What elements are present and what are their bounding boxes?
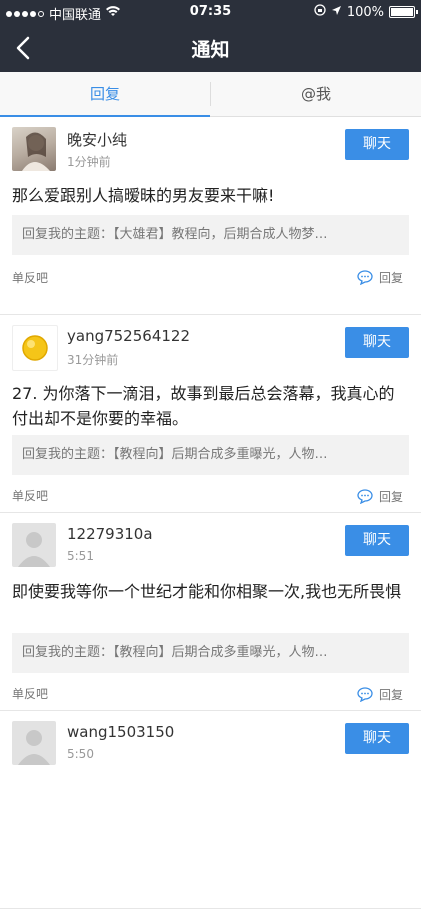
- quoted-thread[interactable]: 回复我的主题：【大雄君】教程向，后期合成人物梦…: [12, 215, 409, 255]
- notification-list: 晚安小纯 1分钟前 聊天 那么爱跟别人搞暧昧的男友要来干嘛! 回复我的主题：【大…: [0, 117, 421, 909]
- reply-label: 回复: [378, 688, 403, 702]
- username[interactable]: yang752564122: [67, 327, 190, 345]
- reply-button[interactable]: 回复: [357, 269, 403, 286]
- reply-content[interactable]: 那么爱跟别人搞暧昧的男友要来干嘛!: [12, 183, 409, 208]
- avatar[interactable]: [12, 127, 56, 171]
- forum-name[interactable]: 单反吧: [12, 269, 48, 286]
- notification-item: wang1503150 5:50 聊天: [0, 711, 421, 909]
- tab-replies[interactable]: 回复: [0, 72, 210, 117]
- reply-button[interactable]: 回复: [357, 488, 403, 505]
- timestamp: 5:50: [67, 747, 94, 761]
- username[interactable]: wang1503150: [67, 723, 174, 741]
- quoted-thread[interactable]: 回复我的主题：【教程向】后期合成多重曝光，人物…: [12, 435, 409, 475]
- comment-icon: [357, 270, 373, 285]
- username[interactable]: 12279310a: [67, 525, 153, 543]
- quoted-thread[interactable]: 回复我的主题：【教程向】后期合成多重曝光，人物…: [12, 633, 409, 673]
- comment-icon: [357, 687, 373, 702]
- reply-content[interactable]: 27. 为你落下一滴泪，故事到最后总会落幕，我真心的付出却不是你要的幸福。: [12, 381, 409, 431]
- username[interactable]: 晚安小纯: [67, 129, 127, 150]
- chat-button[interactable]: 聊天: [345, 327, 409, 358]
- battery-icon: [389, 6, 418, 18]
- page-title: 通知: [191, 39, 230, 61]
- nav-bar: 通知: [0, 24, 421, 72]
- location-icon: [331, 5, 342, 20]
- reply-label: 回复: [378, 490, 403, 504]
- rotation-lock-icon: [314, 4, 326, 20]
- chat-button[interactable]: 聊天: [345, 723, 409, 754]
- reply-content[interactable]: 即使要我等你一个世纪才能和你相聚一次,我也无所畏惧: [12, 579, 409, 604]
- timestamp: 5:51: [67, 549, 94, 563]
- battery-percent: 100%: [346, 4, 384, 20]
- avatar[interactable]: [12, 721, 56, 765]
- avatar[interactable]: [12, 325, 58, 371]
- notification-item: 晚安小纯 1分钟前 聊天 那么爱跟别人搞暧昧的男友要来干嘛! 回复我的主题：【大…: [0, 117, 421, 315]
- forum-name[interactable]: 单反吧: [12, 487, 48, 504]
- reply-button[interactable]: 回复: [357, 686, 403, 703]
- notification-item: 12279310a 5:51 聊天 即使要我等你一个世纪才能和你相聚一次,我也无…: [0, 513, 421, 711]
- tab-bar: 回复 @我: [0, 72, 421, 117]
- timestamp: 31分钟前: [67, 353, 119, 367]
- avatar[interactable]: [12, 523, 56, 567]
- tab-mentions[interactable]: @我: [211, 72, 421, 116]
- chat-button[interactable]: 聊天: [345, 525, 409, 556]
- comment-icon: [357, 489, 373, 504]
- timestamp: 1分钟前: [67, 155, 111, 169]
- status-bar: 中国联通 07:35 100%: [0, 0, 421, 24]
- notification-item: yang752564122 31分钟前 聊天 27. 为你落下一滴泪，故事到最后…: [0, 315, 421, 513]
- reply-label: 回复: [378, 271, 403, 285]
- forum-name[interactable]: 单反吧: [12, 685, 48, 702]
- status-right: 100%: [314, 4, 418, 20]
- chat-button[interactable]: 聊天: [345, 129, 409, 160]
